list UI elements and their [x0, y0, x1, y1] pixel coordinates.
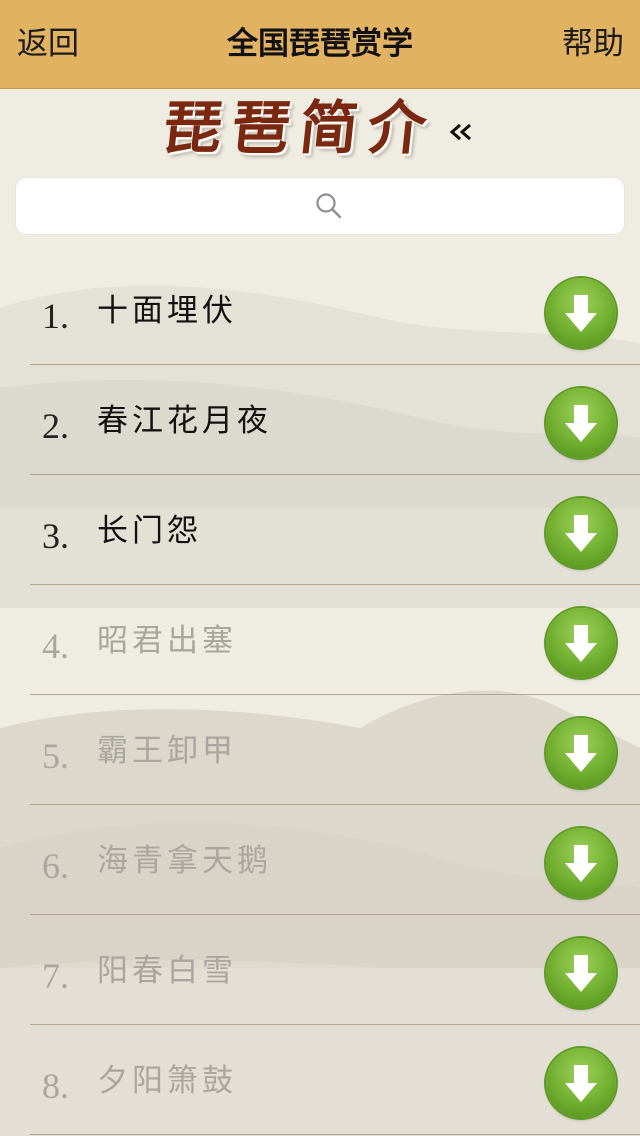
- double-chevron-left-icon[interactable]: [448, 122, 476, 146]
- item-title: 海青拿天鹅: [97, 843, 272, 879]
- list-item[interactable]: 4. 昭君出塞: [0, 585, 640, 695]
- section-title: 琵琶简介: [160, 94, 441, 162]
- list-item[interactable]: 8. 夕阳箫鼓: [0, 1025, 640, 1135]
- piece-list: 1. 十面埋伏 2. 春江花月夜 3. 长门怨 4. 昭君出塞 5. 霸王卸甲 …: [0, 255, 640, 1135]
- list-item[interactable]: 2. 春江花月夜: [0, 365, 640, 475]
- list-item[interactable]: 1. 十面埋伏: [0, 255, 640, 365]
- download-arrow-icon: [565, 1065, 597, 1102]
- download-button[interactable]: [546, 388, 616, 458]
- search-bar[interactable]: [16, 178, 628, 236]
- item-title: 十面埋伏: [97, 293, 237, 329]
- item-number: 2.: [42, 406, 69, 446]
- download-button[interactable]: [546, 1048, 616, 1118]
- download-arrow-icon: [565, 515, 597, 552]
- back-button[interactable]: 返回: [17, 0, 79, 88]
- section-header: 琵琶简介: [0, 92, 640, 172]
- item-number: 5.: [42, 736, 69, 776]
- item-title: 霸王卸甲: [97, 733, 237, 769]
- download-button[interactable]: [546, 278, 616, 348]
- item-title: 长门怨: [97, 513, 202, 549]
- item-number: 7.: [42, 956, 69, 996]
- download-arrow-icon: [565, 625, 597, 662]
- item-number: 8.: [42, 1066, 69, 1106]
- download-arrow-icon: [565, 955, 597, 992]
- download-arrow-icon: [565, 735, 597, 772]
- item-number: 6.: [42, 846, 69, 886]
- item-title: 春江花月夜: [97, 403, 272, 439]
- list-item[interactable]: 6. 海青拿天鹅: [0, 805, 640, 915]
- item-title: 昭君出塞: [97, 623, 237, 659]
- navigation-bar: 返回 全国琵琶赏学 帮助: [0, 0, 640, 89]
- item-number: 4.: [42, 626, 69, 666]
- download-button[interactable]: [546, 828, 616, 898]
- list-item[interactable]: 5. 霸王卸甲: [0, 695, 640, 805]
- search-input[interactable]: [16, 178, 628, 236]
- download-button[interactable]: [546, 718, 616, 788]
- download-button[interactable]: [546, 608, 616, 678]
- help-button[interactable]: 帮助: [562, 0, 624, 88]
- item-number: 1.: [42, 296, 69, 336]
- item-number: 3.: [42, 516, 69, 556]
- download-arrow-icon: [565, 845, 597, 882]
- list-item[interactable]: 7. 阳春白雪: [0, 915, 640, 1025]
- list-item[interactable]: 3. 长门怨: [0, 475, 640, 585]
- item-title: 夕阳箫鼓: [97, 1063, 237, 1099]
- page-title: 全国琵琶赏学: [227, 26, 413, 62]
- download-button[interactable]: [546, 938, 616, 1008]
- download-arrow-icon: [565, 405, 597, 442]
- download-button[interactable]: [546, 498, 616, 568]
- download-arrow-icon: [565, 295, 597, 332]
- item-title: 阳春白雪: [97, 953, 237, 989]
